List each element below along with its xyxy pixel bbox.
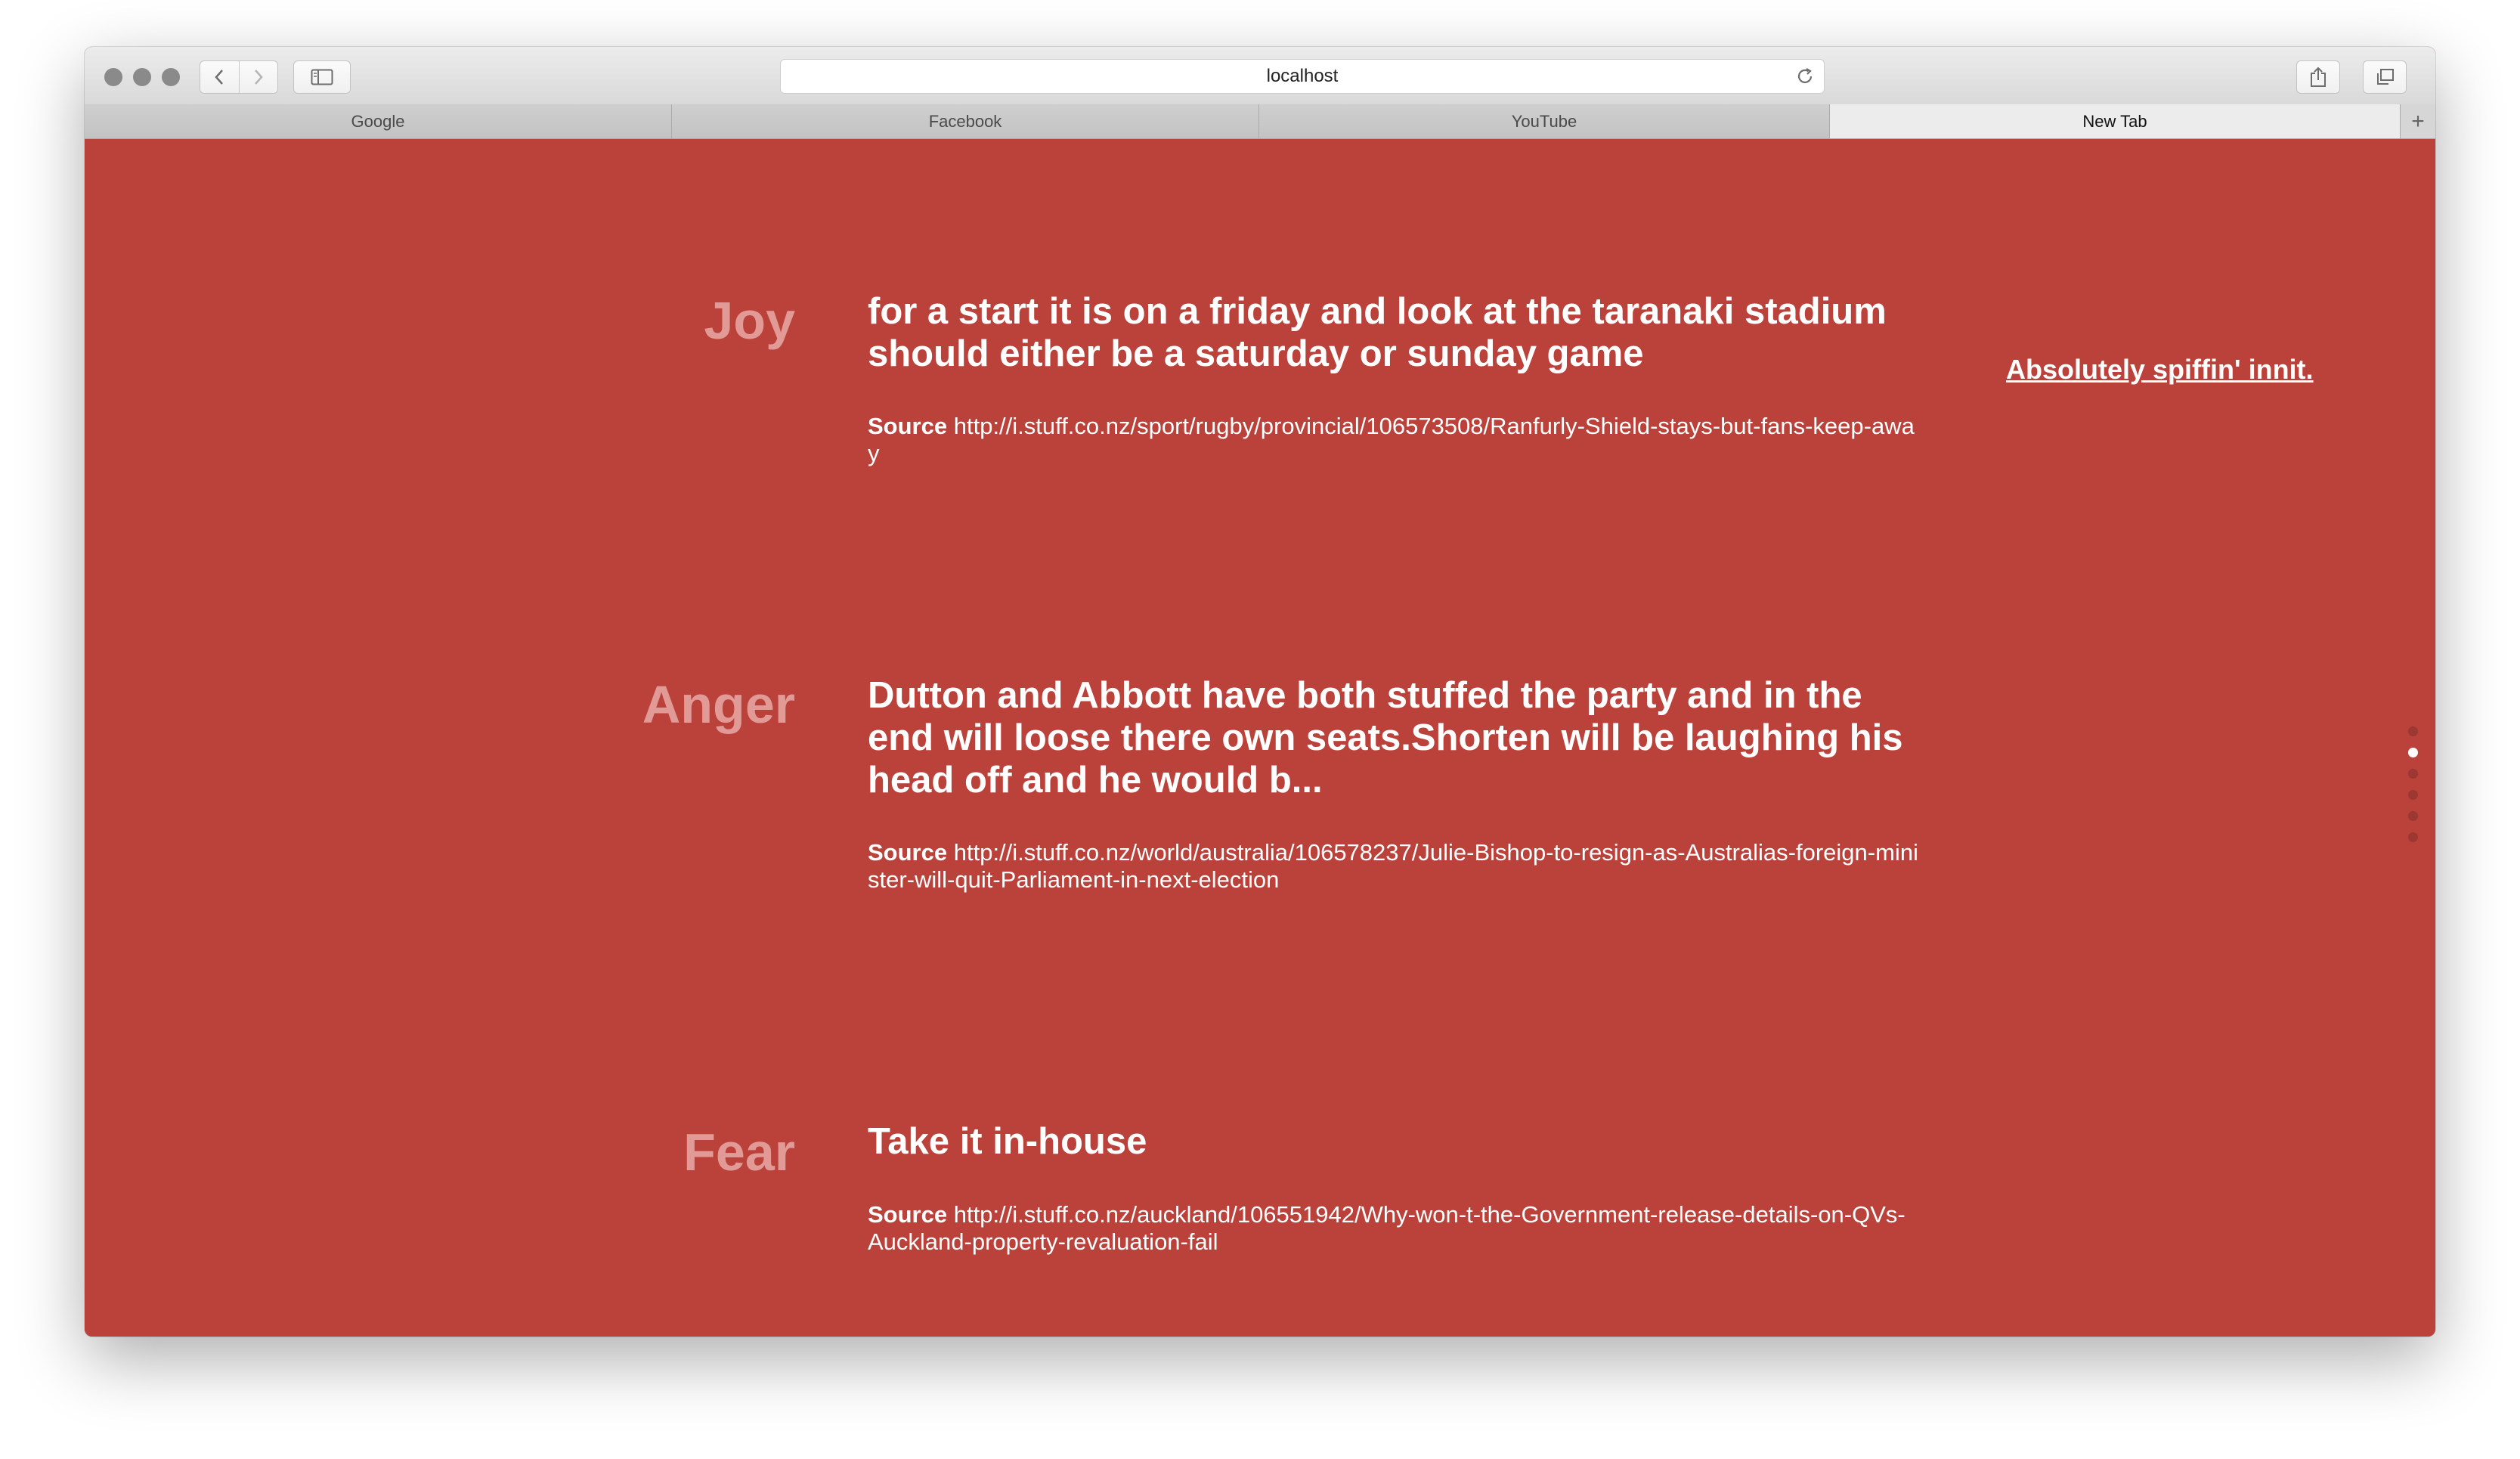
new-tab-button[interactable]: + [2401,104,2435,138]
source-label: Source [868,1201,948,1228]
sidebar-button[interactable] [293,60,351,94]
side-link[interactable]: Absolutely spiffin' innit. [2006,354,2314,386]
tabs-overview-icon [2377,69,2394,85]
minimize-window-button[interactable] [133,68,151,86]
source-label: Source [868,839,948,866]
tabs-overview-button[interactable] [2363,60,2407,94]
browser-window: localhost Google Facebook YouTube New Ta… [85,47,2435,1337]
tab-google[interactable]: Google [85,104,672,138]
source-line: Source http://i.stuff.co.nz/sport/rugby/… [868,413,1918,467]
reload-icon[interactable] [1795,67,1815,86]
emotion-label: Anger [642,675,795,734]
back-button[interactable] [200,61,240,93]
forward-button[interactable] [240,61,278,93]
forward-icon [254,70,263,85]
source-url[interactable]: http://i.stuff.co.nz/auckland/106551942/… [868,1201,1905,1255]
page-content: Joy for a start it is on a friday and lo… [85,139,2435,1337]
tab-youtube[interactable]: YouTube [1259,104,1830,138]
source-line: Source http://i.stuff.co.nz/auckland/106… [868,1201,1918,1256]
share-icon [2311,67,2326,87]
source-label: Source [868,413,948,439]
tab-new-tab[interactable]: New Tab [1830,104,2401,138]
emotion-label: Joy [704,291,795,350]
back-icon [215,70,224,85]
pagination-dots [2408,726,2419,853]
comment-quote: for a start it is on a friday and look a… [868,291,1887,374]
comment-quote: Dutton and Abbott have both stuffed the … [868,675,1903,801]
close-window-button[interactable] [104,68,122,86]
pagination-dot-active[interactable] [2408,748,2418,757]
emotion-label: Fear [683,1123,795,1182]
zoom-window-button[interactable] [162,68,180,86]
pagination-dot[interactable] [2408,790,2418,800]
share-button[interactable] [2296,60,2340,94]
pagination-dot[interactable] [2408,832,2418,842]
source-line: Source http://i.stuff.co.nz/world/austra… [868,839,1918,894]
source-url[interactable]: http://i.stuff.co.nz/world/australia/106… [868,839,1918,893]
pagination-dot[interactable] [2408,769,2418,779]
pagination-dot[interactable] [2408,811,2418,821]
address-bar[interactable]: localhost [780,59,1825,94]
comment-quote: Take it in-house [868,1121,1147,1162]
title-bar: localhost [85,47,2435,105]
address-text: localhost [1266,66,1339,86]
tab-bar: Google Facebook YouTube New Tab + [85,104,2435,139]
sidebar-icon [311,69,333,85]
tab-facebook[interactable]: Facebook [672,104,1259,138]
navigation-buttons [200,60,278,94]
pagination-dot[interactable] [2408,726,2418,736]
source-url[interactable]: http://i.stuff.co.nz/sport/rugby/provinc… [868,413,1915,466]
